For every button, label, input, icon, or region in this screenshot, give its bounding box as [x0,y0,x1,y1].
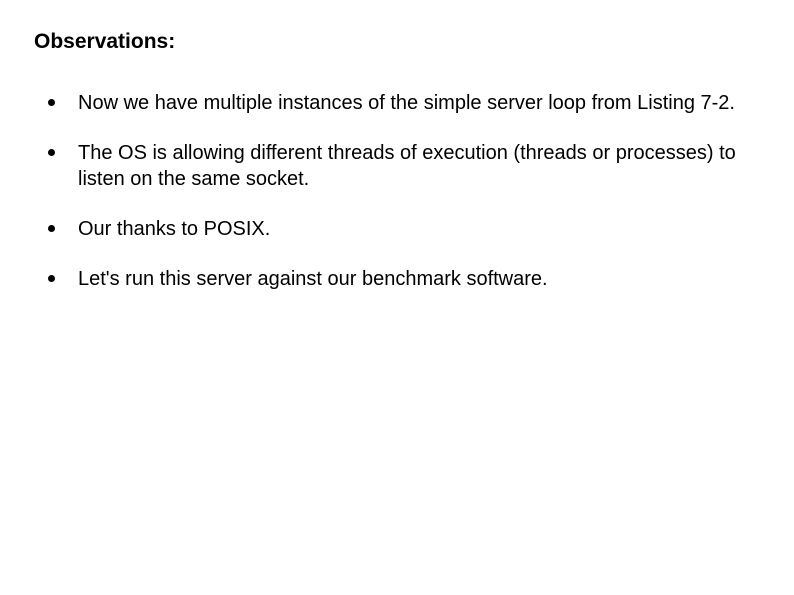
list-item: Now we have multiple instances of the si… [48,90,754,116]
slide-heading: Observations: [34,30,754,54]
bullet-list: Now we have multiple instances of the si… [40,90,754,292]
list-item: Let's run this server against our benchm… [48,266,754,292]
list-item: The OS is allowing different threads of … [48,140,754,192]
list-item: Our thanks to POSIX. [48,216,754,242]
